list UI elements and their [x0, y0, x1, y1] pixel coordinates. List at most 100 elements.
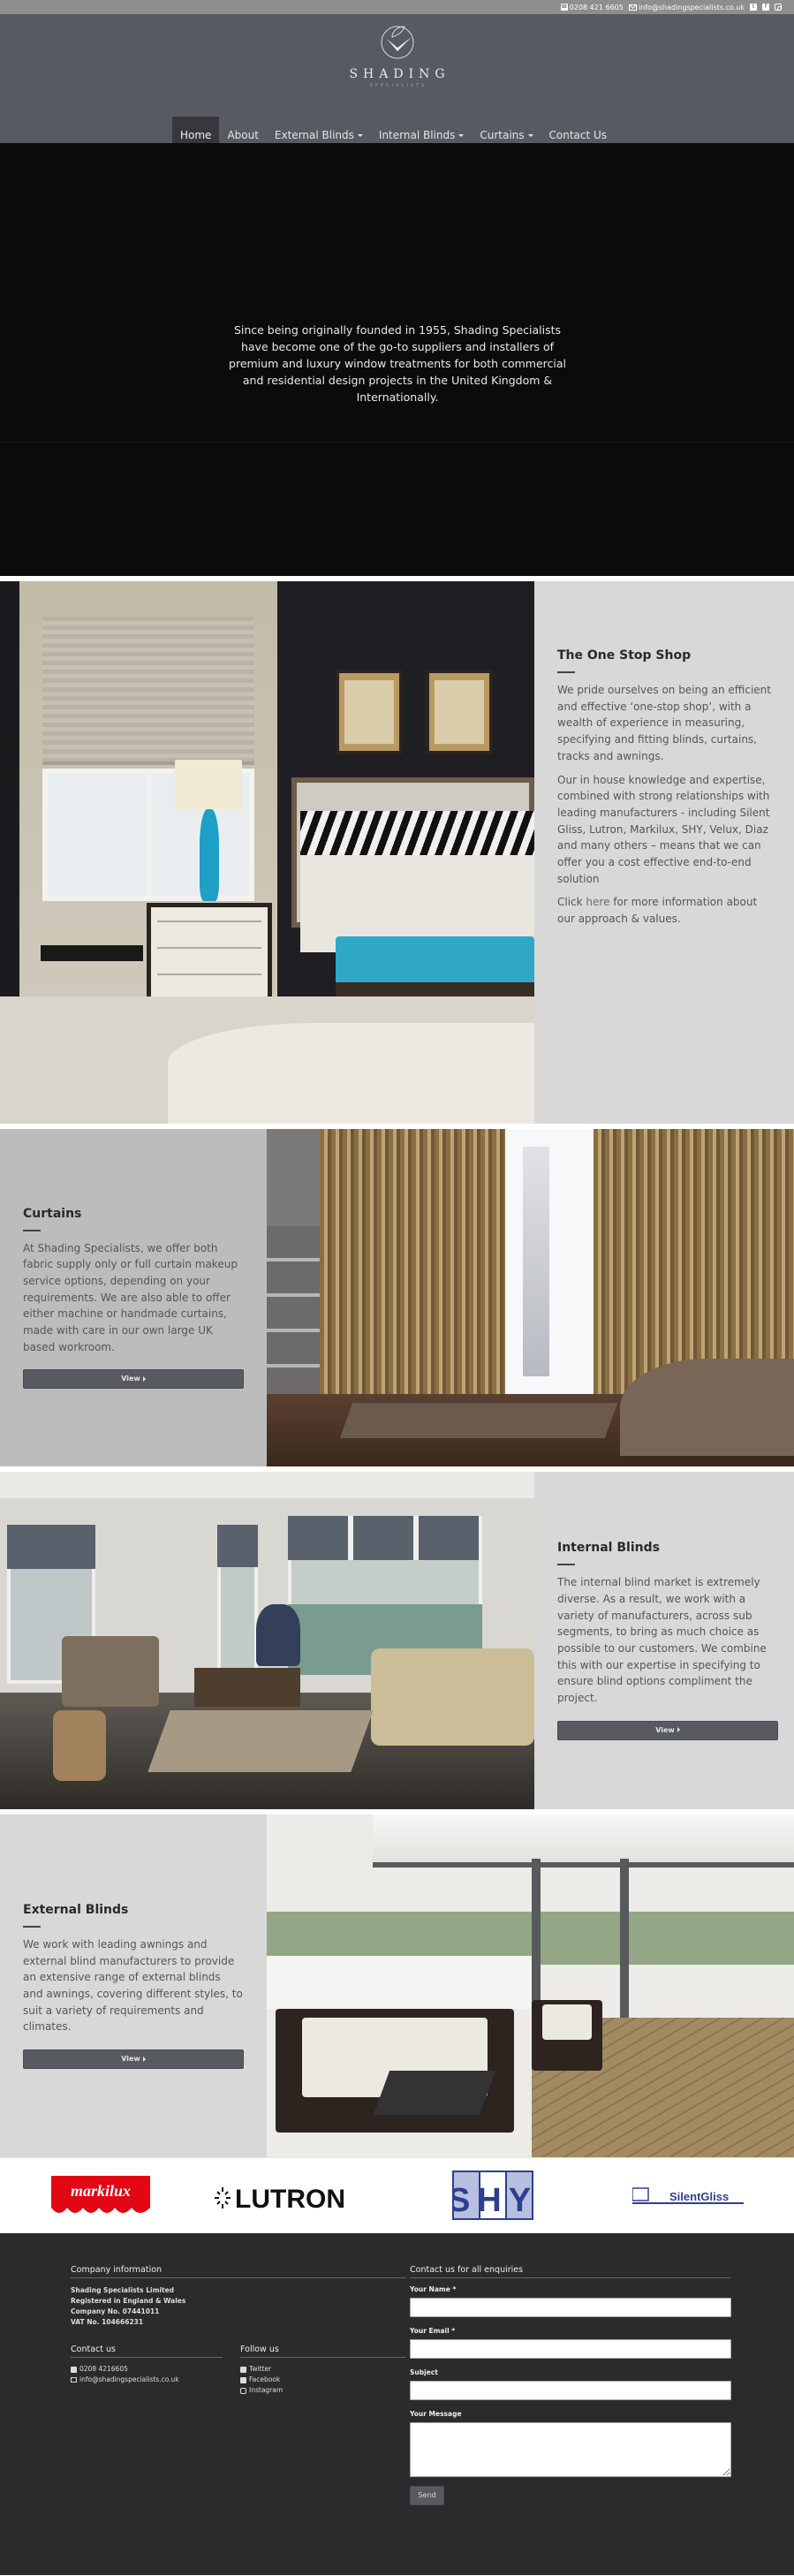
title-underline [557, 671, 575, 673]
nav-about-label: About [227, 129, 259, 141]
phone-icon: ☎ [560, 4, 568, 11]
caret-right-icon [142, 1375, 146, 1382]
one-stop-shop-title: The One Stop Shop [557, 648, 692, 663]
title-underline [557, 1564, 575, 1566]
lutron-wordmark: LUTRON [235, 2185, 345, 2211]
nav-contact-us-label: Contact Us [548, 129, 608, 141]
topbar-email[interactable]: info@shadingspecialists.co.uk [628, 3, 745, 11]
one-stop-shop-panel: The One Stop Shop We pride ourselves on … [534, 581, 794, 1124]
phone-icon [71, 2366, 77, 2373]
approach-values-link[interactable]: here [586, 896, 609, 908]
internal-blinds-panel: Internal Blinds The internal blind marke… [534, 1472, 794, 1809]
instagram-icon[interactable] [775, 4, 782, 11]
logo-name: SHADING [349, 67, 450, 81]
footer-instagram-link[interactable]: Instagram [240, 2385, 406, 2396]
contact-heading: Contact us [71, 2345, 223, 2358]
topbar-phone-text: 0208 421 6605 [569, 3, 624, 11]
company-registration: Registered in England & Wales [71, 2297, 186, 2305]
topbar-email-text: info@shadingspecialists.co.uk [638, 3, 745, 11]
caret-right-icon [142, 2056, 146, 2062]
external-blinds-title: External Blinds [23, 1902, 129, 1917]
logo-mark-icon [381, 26, 413, 59]
facebook-icon[interactable]: f [762, 4, 769, 11]
markilux-wordmark: markilux [71, 2182, 131, 2200]
site-logo[interactable]: SHADING SPECIALISTS [0, 21, 794, 88]
message-label: Your Message [410, 2410, 462, 2418]
email-input[interactable] [410, 2339, 731, 2359]
envelope-icon [71, 2377, 77, 2383]
one-stop-shop-p2: Our in house knowledge and expertise, co… [557, 773, 770, 885]
nav-external-blinds-label: External Blinds [274, 129, 354, 141]
internal-blinds-view-button[interactable]: View [557, 1720, 778, 1740]
topbar-phone[interactable]: ☎ 0208 421 6605 [560, 3, 624, 11]
nav-internal-blinds-label: Internal Blinds [378, 129, 456, 141]
silentgliss-wordmark: SilentGliss [669, 2190, 729, 2203]
caret-down-icon [527, 134, 533, 137]
company-name: Shading Specialists Limited [71, 2286, 175, 2294]
footer-phone[interactable]: 0208 4216605 [71, 2364, 223, 2375]
footer-email-text: info@shadingspecialists.co.uk [79, 2375, 179, 2383]
view-label: View [121, 2055, 140, 2064]
logo-tagline: SPECIALISTS [369, 83, 427, 88]
bedroom-photo [0, 581, 534, 1124]
footer-contact: Contact us 0208 4216605 info@shadingspec… [71, 2345, 223, 2385]
external-blinds-view-button[interactable]: View [23, 2049, 244, 2070]
instagram-label: Instagram [249, 2386, 284, 2394]
internal-blinds-title: Internal Blinds [557, 1541, 660, 1556]
caret-down-icon [357, 134, 363, 137]
caret-right-icon [677, 1727, 680, 1733]
company-number: Company No. 07441011 [71, 2307, 160, 2315]
shy-logo: SHY [452, 2171, 533, 2220]
facebook-label: Facebook [249, 2375, 281, 2383]
hero-divider [0, 442, 794, 443]
one-stop-shop-p3: Click here for more information about ou… [557, 894, 771, 927]
caret-down-icon [458, 134, 465, 137]
living-room-photo [0, 1472, 534, 1809]
p3-prefix: Click [557, 896, 586, 909]
footer-facebook-link[interactable]: Facebook [240, 2375, 406, 2385]
twitter-icon[interactable]: t [750, 4, 757, 11]
top-contact-bar: ☎ 0208 421 6605 info@shadingspecialists.… [0, 0, 794, 14]
hero-intro-text: Since being originally founded in 1955, … [229, 323, 566, 404]
view-label: View [655, 1725, 675, 1734]
footer-phone-text: 0208 4216605 [79, 2365, 128, 2373]
curtains-section: Curtains At Shading Specialists, we offe… [0, 1129, 794, 1466]
instagram-icon [240, 2387, 246, 2394]
curtains-text: At Shading Specialists, we offer both fa… [23, 1241, 238, 1353]
message-textarea[interactable] [410, 2422, 731, 2477]
hero-banner: Since being originally founded in 1955, … [0, 143, 794, 576]
curtains-view-button[interactable]: View [23, 1369, 244, 1390]
subject-label: Subject [410, 2368, 438, 2376]
envelope-icon [628, 4, 637, 11]
internal-blinds-section: Internal Blinds The internal blind marke… [0, 1472, 794, 1809]
terrace-awning-photo [267, 1815, 794, 2157]
twitter-icon [240, 2366, 246, 2373]
subject-input[interactable] [410, 2381, 731, 2400]
footer-follow: Follow us Twitter Facebook Instagram [240, 2345, 406, 2396]
follow-heading: Follow us [240, 2345, 406, 2358]
lutron-logo: LUTRON [215, 2185, 345, 2211]
twitter-label: Twitter [249, 2365, 272, 2373]
name-label: Your Name * [410, 2285, 457, 2293]
send-button[interactable]: Send [410, 2486, 444, 2505]
vat-number: VAT No. 104666231 [71, 2318, 144, 2326]
form-heading: Contact us for all enquiries [410, 2265, 731, 2278]
email-label: Your Email * [410, 2327, 456, 2335]
site-footer: Company information Shading Specialists … [0, 2233, 794, 2575]
external-blinds-section: External Blinds We work with leading awn… [0, 1815, 794, 2157]
one-stop-shop-section: The One Stop Shop We pride ourselves on … [0, 581, 794, 1124]
curtains-panel: Curtains At Shading Specialists, we offe… [0, 1129, 267, 1466]
enquiry-form: Contact us for all enquiries Your Name *… [410, 2265, 731, 2505]
footer-twitter-link[interactable]: Twitter [240, 2364, 406, 2375]
curtains-title: Curtains [23, 1206, 82, 1221]
nav-curtains-label: Curtains [480, 129, 525, 141]
footer-email[interactable]: info@shadingspecialists.co.uk [71, 2375, 223, 2385]
nav-home-label: Home [180, 129, 212, 141]
silentgliss-logo: SilentGliss [632, 2187, 744, 2204]
company-info-heading: Company information [71, 2265, 406, 2278]
curtains-photo [267, 1129, 794, 1466]
internal-blinds-text: The internal blind market is extremely d… [557, 1576, 767, 1705]
company-info: Company information Shading Specialists … [71, 2265, 406, 2328]
name-input[interactable] [410, 2298, 731, 2317]
title-underline [23, 1229, 41, 1231]
